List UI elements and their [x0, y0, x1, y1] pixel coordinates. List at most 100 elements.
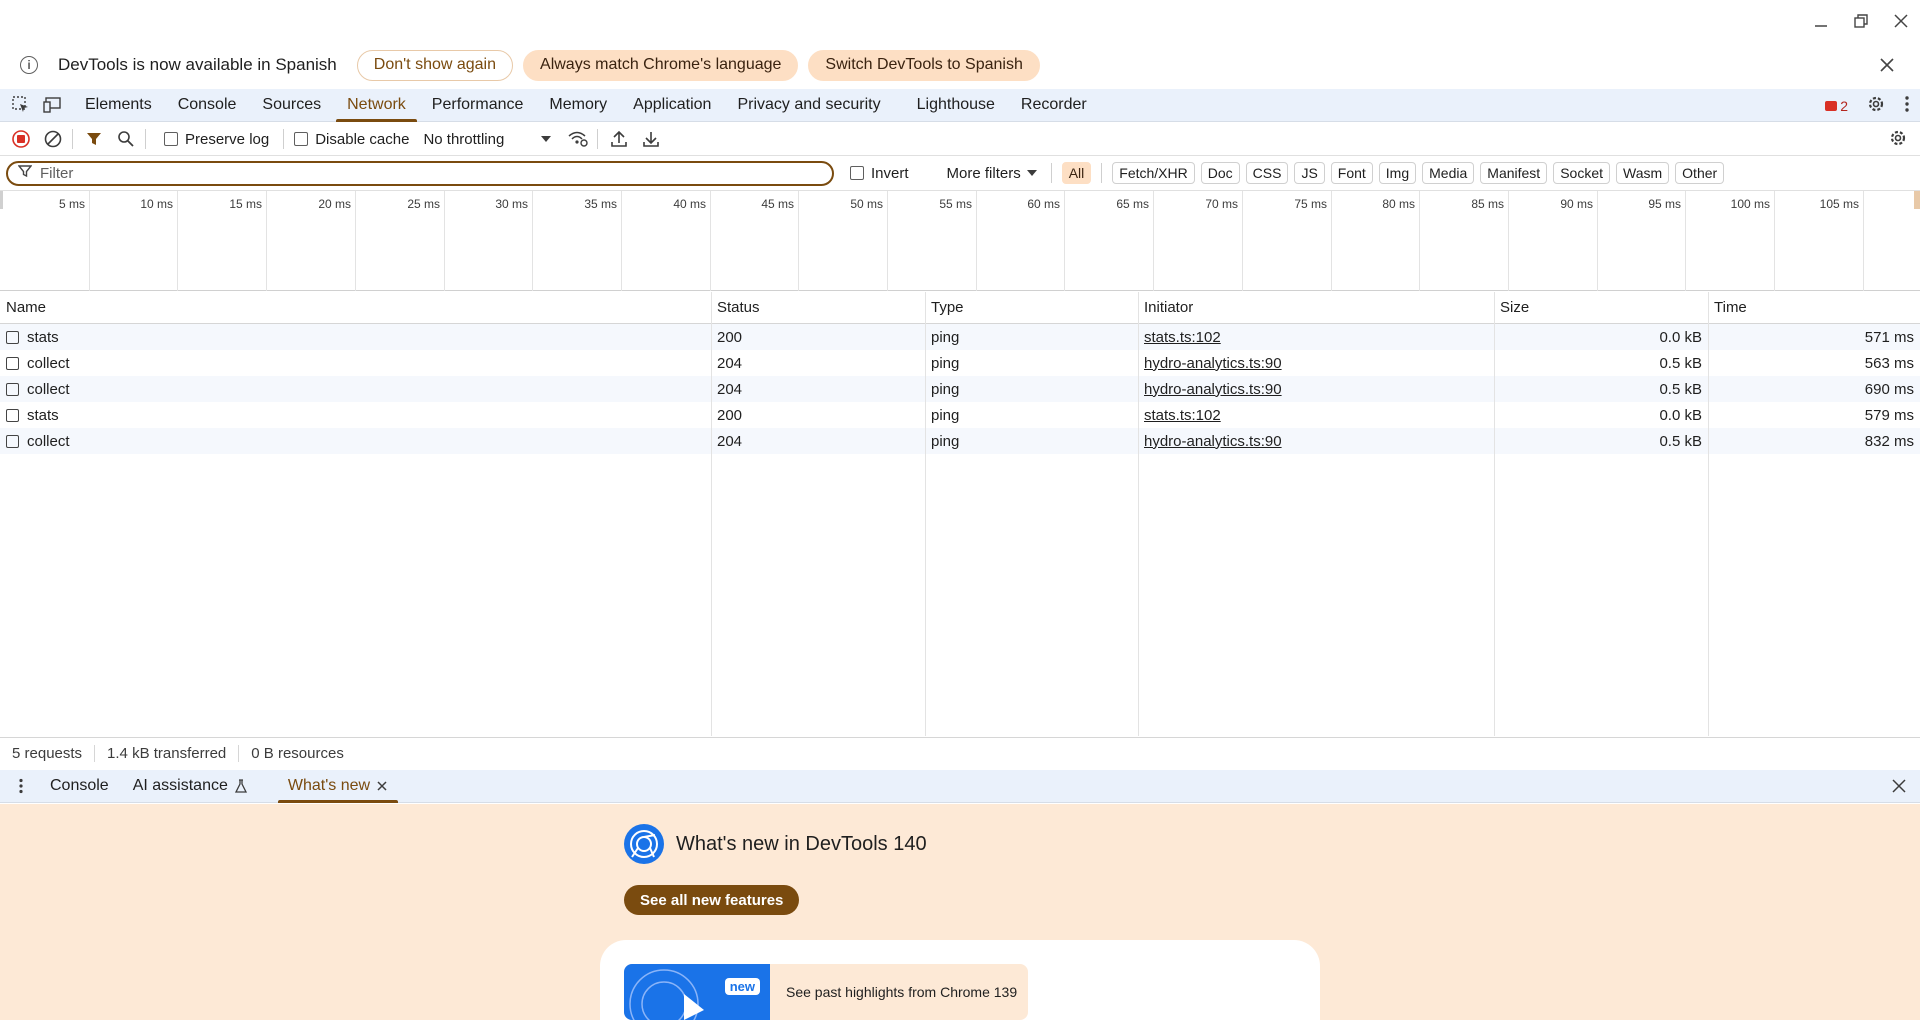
tab-sources[interactable]: Sources	[249, 89, 334, 122]
drawer-tab-ai-assistance[interactable]: AI assistance	[121, 770, 260, 803]
drawer-tab-whats-new[interactable]: What's new	[276, 770, 400, 803]
filter-input[interactable]: Filter	[6, 160, 834, 186]
request-time: 690 ms	[1864, 380, 1914, 398]
timeline-overview[interactable]: 5 ms 10 ms 15 ms 20 ms 25 ms 30 ms 35 ms 40 ms 4…	[0, 190, 1920, 291]
close-infobar-icon[interactable]	[1880, 56, 1894, 77]
type-filter-manifest[interactable]: Manifest	[1480, 162, 1548, 184]
minimize-icon[interactable]	[1812, 12, 1830, 30]
type-filter-font[interactable]: Font	[1330, 162, 1373, 184]
network-toolbar: Preserve log Disable cache No throttling	[0, 123, 1920, 156]
header-initiator[interactable]: Initiator	[1138, 292, 1494, 323]
export-har-icon[interactable]	[640, 128, 662, 150]
overview-gridline	[710, 191, 711, 291]
tab-elements[interactable]: Elements	[72, 89, 165, 122]
header-time[interactable]: Time	[1708, 292, 1920, 323]
tab-console[interactable]: Console	[165, 89, 250, 122]
request-time: 579 ms	[1864, 406, 1914, 424]
overview-left-handle[interactable]	[0, 191, 3, 209]
table-row[interactable]: stats 200 ping stats.ts:102 0.0 kB 571 m…	[0, 324, 1920, 350]
more-filters-dropdown[interactable]: More filters	[947, 165, 1037, 182]
table-row[interactable]: collect 204 ping hydro-analytics.ts:90 0…	[0, 428, 1920, 454]
tab-network[interactable]: Network	[334, 89, 419, 122]
header-status[interactable]: Status	[711, 292, 925, 323]
header-type[interactable]: Type	[925, 292, 1138, 323]
more-options-icon[interactable]	[1904, 95, 1910, 117]
device-toolbar-icon[interactable]	[42, 94, 64, 116]
always-match-language-button[interactable]: Always match Chrome's language	[523, 49, 799, 81]
type-filter-other[interactable]: Other	[1675, 162, 1725, 184]
see-all-features-button[interactable]: See all new features	[624, 885, 800, 915]
request-time: 563 ms	[1864, 354, 1914, 372]
row-checkbox[interactable]	[6, 408, 19, 422]
initiator-link[interactable]: hydro-analytics.ts:90	[1144, 381, 1282, 398]
tab-performance[interactable]: Performance	[419, 89, 537, 122]
chrome-devtools-logo-icon	[624, 824, 664, 864]
row-checkbox[interactable]	[6, 382, 19, 396]
initiator-link[interactable]: stats.ts:102	[1144, 407, 1221, 424]
header-size[interactable]: Size	[1494, 292, 1708, 323]
tab-privacy-security[interactable]: Privacy and security	[724, 89, 893, 122]
issues-count: 2	[1840, 97, 1848, 114]
search-icon[interactable]	[115, 128, 137, 150]
tab-application[interactable]: Application	[620, 89, 724, 122]
overview-tick-label: 85 ms	[1471, 197, 1504, 211]
table-row[interactable]: collect 204 ping hydro-analytics.ts:90 0…	[0, 376, 1920, 402]
filter-placeholder: Filter	[40, 164, 74, 182]
close-window-icon[interactable]	[1892, 12, 1910, 30]
table-row[interactable]: stats 200 ping stats.ts:102 0.0 kB 579 m…	[0, 402, 1920, 428]
invert-box[interactable]	[850, 166, 864, 180]
clear-icon[interactable]	[42, 128, 64, 150]
overview-gridline	[444, 191, 445, 291]
network-settings-gear-icon[interactable]	[1888, 128, 1908, 152]
type-filter-socket[interactable]: Socket	[1553, 162, 1611, 184]
drawer-menu-icon[interactable]	[10, 778, 32, 794]
filter-icon	[17, 164, 33, 182]
initiator-link[interactable]: hydro-analytics.ts:90	[1144, 433, 1282, 450]
row-checkbox[interactable]	[6, 330, 19, 344]
inspect-element-icon[interactable]	[10, 94, 32, 116]
type-filter-img[interactable]: Img	[1378, 162, 1417, 184]
invert-checkbox[interactable]: Invert	[850, 165, 909, 182]
record-stop-icon[interactable]	[10, 128, 32, 150]
dont-show-again-button[interactable]: Don't show again	[356, 49, 514, 81]
table-row[interactable]: collect 204 ping hydro-analytics.ts:90 0…	[0, 350, 1920, 376]
table-header: Name Status Type Initiator Size Time	[0, 292, 1920, 324]
preserve-log-checkbox[interactable]: Preserve log	[164, 131, 269, 148]
overview-gridline	[1064, 191, 1065, 291]
past-highlights-link[interactable]: new See past highlights from Chrome 139	[624, 964, 1028, 1020]
request-status: 200	[717, 328, 743, 346]
restore-icon[interactable]	[1852, 12, 1870, 30]
drawer-tab-console[interactable]: Console	[38, 770, 121, 803]
initiator-link[interactable]: hydro-analytics.ts:90	[1144, 355, 1282, 372]
issues-counter[interactable]: 2	[1825, 98, 1848, 114]
network-conditions-icon[interactable]	[567, 128, 589, 150]
type-filter-css[interactable]: CSS	[1245, 162, 1289, 184]
close-tab-icon[interactable]	[376, 780, 388, 792]
initiator-link[interactable]: stats.ts:102	[1144, 329, 1221, 346]
type-filter-fetch-xhr[interactable]: Fetch/XHR	[1112, 162, 1195, 184]
type-filter-wasm[interactable]: Wasm	[1616, 162, 1670, 184]
filter-funnel-icon[interactable]	[83, 128, 105, 150]
overview-right-handle[interactable]	[1914, 191, 1920, 209]
disable-cache-box[interactable]	[294, 132, 309, 146]
row-checkbox[interactable]	[6, 434, 19, 448]
switch-to-spanish-button[interactable]: Switch DevTools to Spanish	[808, 49, 1040, 81]
throttling-select[interactable]: No throttling	[423, 131, 552, 148]
row-checkbox[interactable]	[6, 356, 19, 370]
type-filter-media[interactable]: Media	[1422, 162, 1475, 184]
type-filter-js[interactable]: JS	[1294, 162, 1325, 184]
settings-gear-icon[interactable]	[1866, 94, 1886, 118]
network-summary-bar: 5 requests 1.4 kB transferred 0 B resour…	[0, 737, 1920, 768]
filter-row: Filter Invert More filters All Fetch/XHR…	[0, 159, 1920, 187]
tab-memory[interactable]: Memory	[536, 89, 620, 122]
window-controls	[1812, 6, 1910, 36]
tab-lighthouse[interactable]: Lighthouse	[904, 89, 1008, 122]
import-har-icon[interactable]	[608, 128, 630, 150]
type-filter-all[interactable]: All	[1061, 162, 1092, 184]
header-name[interactable]: Name	[0, 292, 711, 323]
tab-recorder[interactable]: Recorder	[1008, 89, 1100, 122]
type-filter-doc[interactable]: Doc	[1200, 162, 1240, 184]
disable-cache-checkbox[interactable]: Disable cache	[294, 131, 409, 148]
close-drawer-icon[interactable]	[1892, 779, 1906, 797]
preserve-log-box[interactable]	[164, 132, 178, 146]
